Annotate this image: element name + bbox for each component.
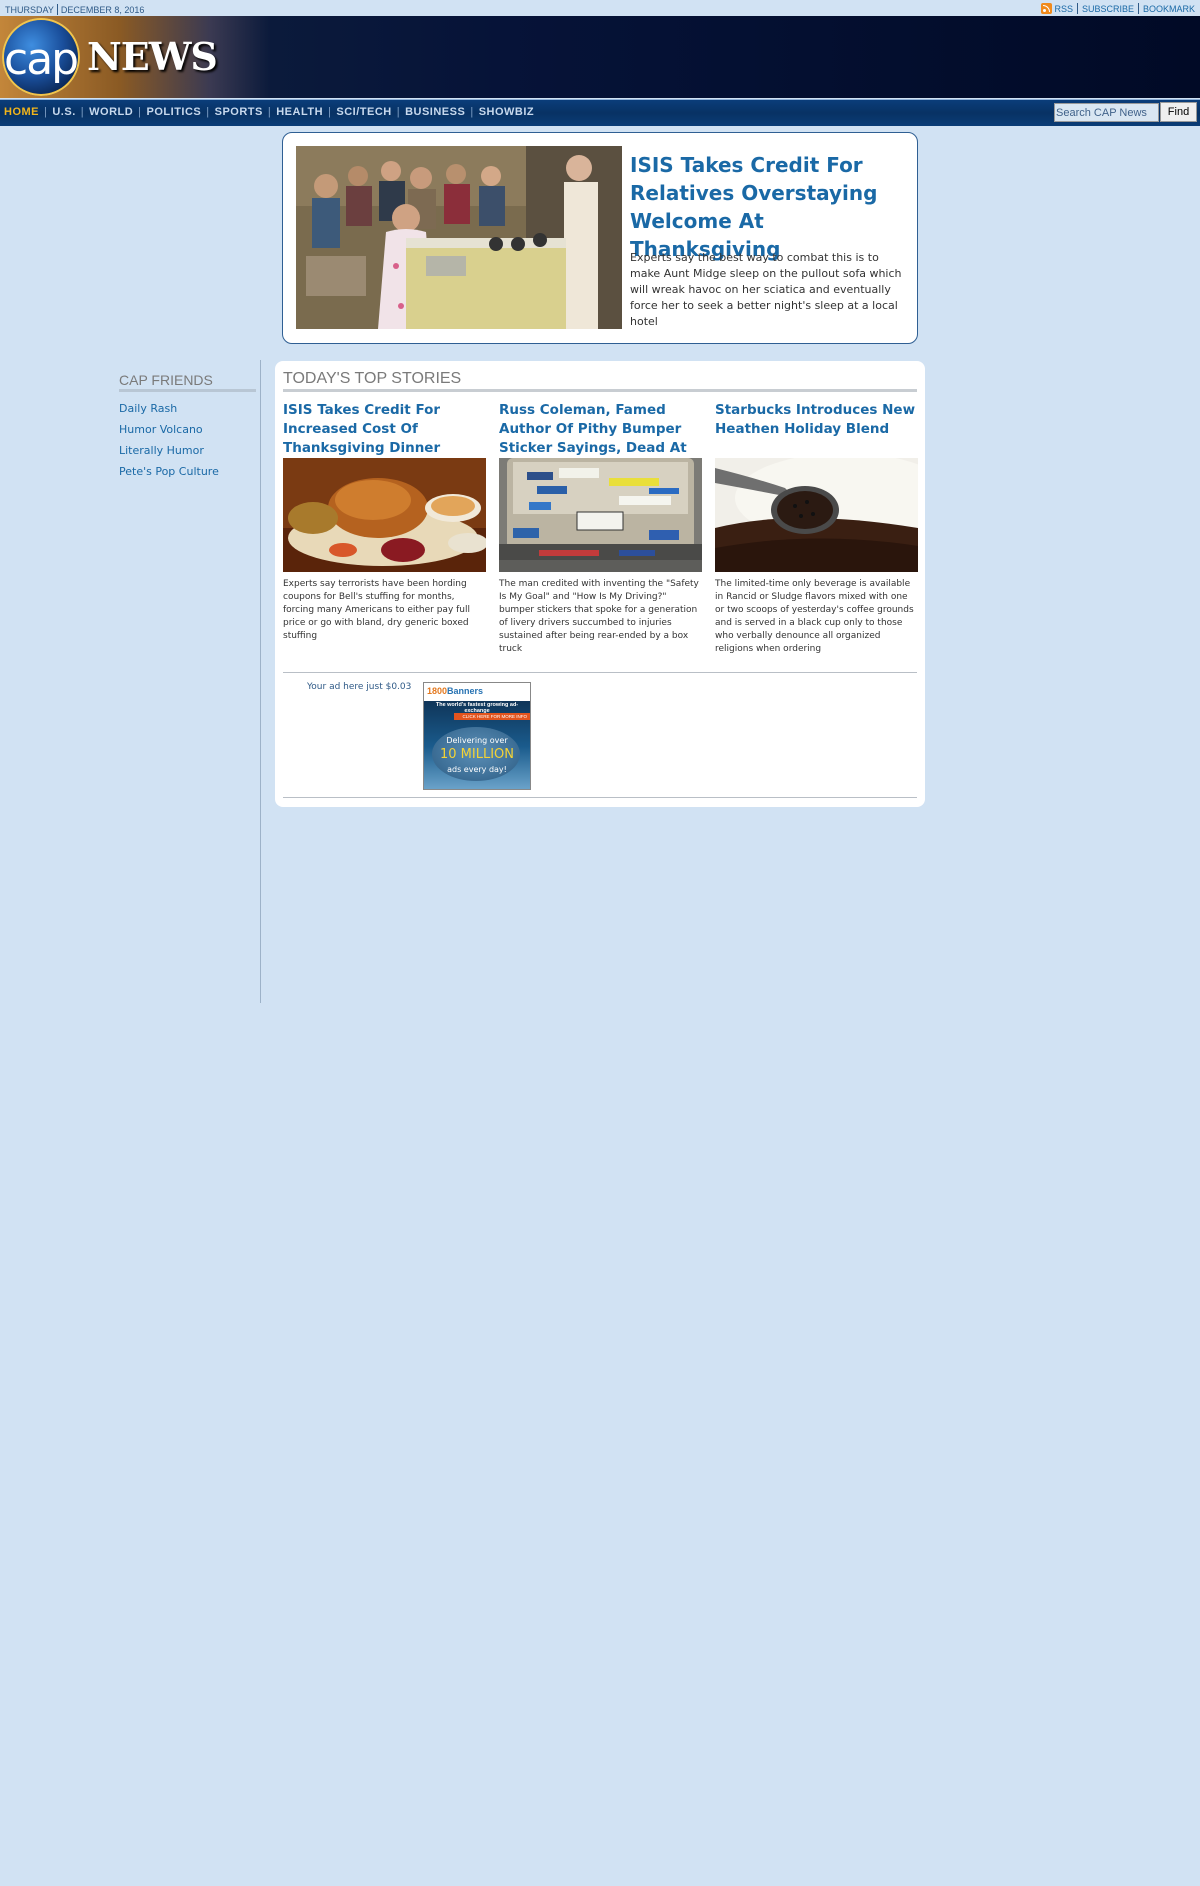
date-label: DECEMBER 8, 2016 (60, 5, 145, 15)
nav-item-showbiz[interactable]: SHOWBIZ (479, 106, 534, 118)
hero-photo (296, 146, 622, 329)
list-item: Humor Volcano (119, 419, 256, 440)
sidebar-title: CAP FRIENDS (119, 372, 256, 392)
story-headline[interactable]: Russ Coleman, Famed Author Of Pithy Bump… (499, 401, 702, 475)
ad-logo: 1800Banners (427, 686, 483, 696)
coffee-photo (715, 458, 918, 572)
friends-list: Daily Rash Humor Volcano Literally Humor… (119, 398, 256, 482)
nav-item-us[interactable]: U.S. (52, 106, 75, 118)
nav-item-health[interactable]: HEALTH (276, 106, 323, 118)
nav-menu: HOME | U.S. | WORLD | POLITICS | SPORTS | HEA… (4, 106, 534, 118)
story-card: Starbucks Introduces New Heathen Holiday… (715, 401, 918, 656)
ad-logo-number: 1800 (427, 686, 448, 696)
nav-separator: | (396, 106, 401, 118)
ad-text-link[interactable]: Your ad here just $0.03 (307, 682, 411, 692)
nav-item-business[interactable]: BUSINESS (405, 106, 465, 118)
friend-link-daily-rash[interactable]: Daily Rash (119, 402, 177, 415)
bookmark-link[interactable]: BOOKMARK (1143, 4, 1195, 14)
story-image[interactable] (715, 458, 918, 572)
nav-item-scitech[interactable]: SCI/TECH (336, 106, 391, 118)
top-stories-title: TODAY'S TOP STORIES (283, 370, 917, 392)
subscribe-link[interactable]: SUBSCRIBE (1082, 4, 1134, 14)
friend-link-humor-volcano[interactable]: Humor Volcano (119, 423, 203, 436)
ad-click-strip: CLICK HERE FOR MORE INFO (454, 713, 530, 720)
search-input[interactable] (1054, 103, 1159, 122)
story-summary: Experts say terrorists have been hording… (283, 579, 471, 641)
ad-line-2: 10 MILLION (439, 747, 514, 762)
cap-friends-sidebar: CAP FRIENDS Daily Rash Humor Volcano Lit… (119, 372, 256, 482)
turkey-photo (283, 458, 486, 572)
story-image[interactable] (499, 458, 702, 572)
nav-item-sports[interactable]: SPORTS (215, 106, 263, 118)
list-item: Daily Rash (119, 398, 256, 419)
nav-separator: | (470, 106, 474, 118)
nav-separator: | (206, 106, 210, 118)
friend-link-petes-pop-culture[interactable]: Pete's Pop Culture (119, 465, 219, 478)
top-utility-bar: THURSDAY DECEMBER 8, 2016 RSS SUBSCRIBE B… (0, 0, 1200, 16)
ad-line-1: Delivering over (446, 736, 508, 745)
divider (283, 797, 917, 798)
ad-line-3: ads every day! (447, 765, 507, 774)
nav-separator: | (267, 106, 272, 118)
ad-logo-word: Banners (447, 686, 484, 696)
hero-headline[interactable]: ISIS Takes Credit For Relatives Overstay… (630, 151, 906, 263)
logo-cap-text[interactable]: cap (4, 34, 79, 85)
list-item: Literally Humor (119, 440, 256, 461)
story-headline[interactable]: ISIS Takes Credit For Increased Cost Of … (283, 401, 486, 458)
list-item: Pete's Pop Culture (119, 461, 256, 482)
nav-separator: | (44, 106, 48, 118)
hero-image[interactable] (296, 146, 622, 329)
rss-icon[interactable] (1041, 3, 1053, 14)
story-image[interactable] (283, 458, 486, 572)
rss-link[interactable]: RSS (1054, 4, 1073, 14)
utility-links: RSS SUBSCRIBE BOOKMARK (1041, 3, 1195, 14)
nav-item-politics[interactable]: POLITICS (147, 106, 202, 118)
sidebar-divider (260, 360, 261, 1003)
nav-item-world[interactable]: WORLD (89, 106, 133, 118)
nav-separator: | (328, 106, 332, 118)
site-header: cap NEWS (0, 16, 1200, 98)
logo-news-text[interactable]: NEWS (87, 34, 218, 79)
story-card: ISIS Takes Credit For Increased Cost Of … (283, 401, 486, 643)
nav-separator: | (80, 106, 85, 118)
date-line: THURSDAY DECEMBER 8, 2016 (5, 4, 144, 15)
ad-banner[interactable]: 1800Banners The world's fastest growing … (423, 682, 531, 790)
nav-separator: | (138, 106, 142, 118)
nav-item-home[interactable]: HOME (4, 106, 39, 118)
story-summary: The limited-time only beverage is availa… (715, 579, 914, 654)
hero-story: ISIS Takes Credit For Relatives Overstay… (282, 132, 918, 344)
friend-link-literally-humor[interactable]: Literally Humor (119, 444, 204, 457)
main-nav: HOME | U.S. | WORLD | POLITICS | SPORTS | HEA… (0, 99, 1200, 126)
top-stories-panel: TODAY'S TOP STORIES ISIS Takes Credit Fo… (275, 361, 925, 807)
day-label: THURSDAY (5, 5, 54, 15)
find-button[interactable]: Find (1160, 102, 1197, 122)
hero-summary: Experts say the best way to combat this … (630, 251, 902, 328)
bumper-stickers-photo (499, 458, 702, 572)
story-headline[interactable]: Starbucks Introduces New Heathen Holiday… (715, 401, 918, 458)
story-summary: The man credited with inventing the "Saf… (499, 579, 699, 654)
story-card: Russ Coleman, Famed Author Of Pithy Bump… (499, 401, 702, 656)
divider (283, 672, 917, 673)
